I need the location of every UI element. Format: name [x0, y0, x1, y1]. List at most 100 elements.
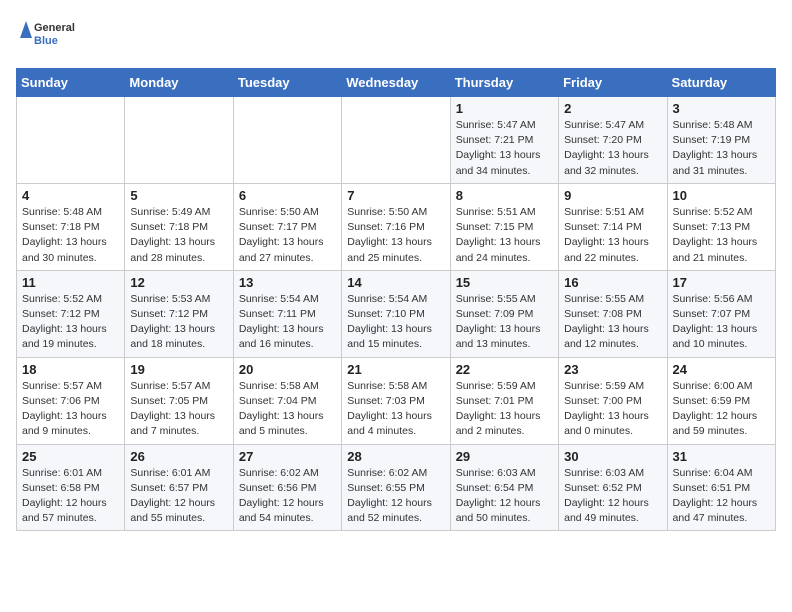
day-number: 26: [130, 449, 227, 464]
calendar-cell: [233, 97, 341, 184]
calendar-week-5: 25Sunrise: 6:01 AMSunset: 6:58 PMDayligh…: [17, 444, 776, 531]
logo: General Blue: [16, 16, 76, 56]
calendar-cell: 19Sunrise: 5:57 AMSunset: 7:05 PMDayligh…: [125, 357, 233, 444]
day-number: 19: [130, 362, 227, 377]
day-number: 15: [456, 275, 553, 290]
day-info: Sunrise: 5:47 AMSunset: 7:21 PMDaylight:…: [456, 118, 553, 179]
calendar-cell: 22 Sunrise: 5:59 AMSunset: 7:01 PMDayligh…: [450, 357, 558, 444]
calendar-cell: 21Sunrise: 5:58 AMSunset: 7:03 PMDayligh…: [342, 357, 450, 444]
calendar-cell: 3 Sunrise: 5:48 AMSunset: 7:19 PMDaylight…: [667, 97, 775, 184]
calendar-header-row: SundayMondayTuesdayWednesdayThursdayFrid…: [17, 69, 776, 97]
calendar-cell: 26 Sunrise: 6:01 AMSunset: 6:57 PMDayligh…: [125, 444, 233, 531]
calendar-week-3: 11 Sunrise: 5:52 AMSunset: 7:12 PMDayligh…: [17, 270, 776, 357]
day-number: 1: [456, 101, 553, 116]
header-wednesday: Wednesday: [342, 69, 450, 97]
day-number: 5: [130, 188, 227, 203]
day-info: Sunrise: 5:58 AMSunset: 7:04 PMDaylight:…: [239, 379, 336, 440]
logo-svg: General Blue: [16, 16, 76, 56]
calendar-cell: 6 Sunrise: 5:50 AMSunset: 7:17 PMDaylight…: [233, 183, 341, 270]
day-number: 2: [564, 101, 661, 116]
calendar-week-1: 1 Sunrise: 5:47 AMSunset: 7:21 PMDaylight…: [17, 97, 776, 184]
day-number: 18: [22, 362, 119, 377]
header-tuesday: Tuesday: [233, 69, 341, 97]
day-number: 8: [456, 188, 553, 203]
calendar-cell: 14 Sunrise: 5:54 AMSunset: 7:10 PMDayligh…: [342, 270, 450, 357]
day-number: 22: [456, 362, 553, 377]
day-number: 23: [564, 362, 661, 377]
calendar-cell: 7 Sunrise: 5:50 AMSunset: 7:16 PMDaylight…: [342, 183, 450, 270]
day-number: 25: [22, 449, 119, 464]
day-number: 31: [673, 449, 770, 464]
calendar-cell: 24Sunrise: 6:00 AMSunset: 6:59 PMDayligh…: [667, 357, 775, 444]
day-info: Sunrise: 5:57 AMSunset: 7:06 PMDaylight:…: [22, 379, 119, 440]
day-info: Sunrise: 5:48 AMSunset: 7:19 PMDaylight:…: [673, 118, 770, 179]
calendar-cell: 18 Sunrise: 5:57 AMSunset: 7:06 PMDayligh…: [17, 357, 125, 444]
day-info: Sunrise: 5:55 AMSunset: 7:09 PMDaylight:…: [456, 292, 553, 353]
day-number: 20: [239, 362, 336, 377]
day-number: 9: [564, 188, 661, 203]
calendar-cell: 16Sunrise: 5:55 AMSunset: 7:08 PMDayligh…: [559, 270, 667, 357]
day-info: Sunrise: 5:54 AMSunset: 7:11 PMDaylight:…: [239, 292, 336, 353]
calendar-cell: 1 Sunrise: 5:47 AMSunset: 7:21 PMDaylight…: [450, 97, 558, 184]
header-thursday: Thursday: [450, 69, 558, 97]
day-info: Sunrise: 6:01 AMSunset: 6:57 PMDaylight:…: [130, 466, 227, 527]
calendar-cell: 20 Sunrise: 5:58 AMSunset: 7:04 PMDayligh…: [233, 357, 341, 444]
calendar-cell: [125, 97, 233, 184]
day-info: Sunrise: 5:51 AMSunset: 7:14 PMDaylight:…: [564, 205, 661, 266]
calendar-cell: 9 Sunrise: 5:51 AMSunset: 7:14 PMDaylight…: [559, 183, 667, 270]
day-info: Sunrise: 6:02 AMSunset: 6:55 PMDaylight:…: [347, 466, 444, 527]
day-number: 28: [347, 449, 444, 464]
day-info: Sunrise: 5:48 AMSunset: 7:18 PMDaylight:…: [22, 205, 119, 266]
calendar-cell: 23Sunrise: 5:59 AMSunset: 7:00 PMDayligh…: [559, 357, 667, 444]
header-monday: Monday: [125, 69, 233, 97]
day-info: Sunrise: 6:04 AMSunset: 6:51 PMDaylight:…: [673, 466, 770, 527]
day-info: Sunrise: 5:56 AMSunset: 7:07 PMDaylight:…: [673, 292, 770, 353]
day-number: 10: [673, 188, 770, 203]
calendar-cell: 2 Sunrise: 5:47 AMSunset: 7:20 PMDaylight…: [559, 97, 667, 184]
calendar-cell: 8 Sunrise: 5:51 AMSunset: 7:15 PMDaylight…: [450, 183, 558, 270]
calendar-cell: 31 Sunrise: 6:04 AMSunset: 6:51 PMDayligh…: [667, 444, 775, 531]
calendar-cell: 12 Sunrise: 5:53 AMSunset: 7:12 PMDayligh…: [125, 270, 233, 357]
day-number: 7: [347, 188, 444, 203]
day-number: 6: [239, 188, 336, 203]
calendar-week-4: 18 Sunrise: 5:57 AMSunset: 7:06 PMDayligh…: [17, 357, 776, 444]
calendar-cell: 30 Sunrise: 6:03 AMSunset: 6:52 PMDayligh…: [559, 444, 667, 531]
day-number: 30: [564, 449, 661, 464]
header-friday: Friday: [559, 69, 667, 97]
day-number: 11: [22, 275, 119, 290]
day-info: Sunrise: 5:53 AMSunset: 7:12 PMDaylight:…: [130, 292, 227, 353]
day-info: Sunrise: 5:50 AMSunset: 7:17 PMDaylight:…: [239, 205, 336, 266]
day-number: 24: [673, 362, 770, 377]
day-info: Sunrise: 5:58 AMSunset: 7:03 PMDaylight:…: [347, 379, 444, 440]
day-number: 29: [456, 449, 553, 464]
header-saturday: Saturday: [667, 69, 775, 97]
calendar-cell: 27Sunrise: 6:02 AMSunset: 6:56 PMDayligh…: [233, 444, 341, 531]
calendar-cell: 29 Sunrise: 6:03 AMSunset: 6:54 PMDayligh…: [450, 444, 558, 531]
day-info: Sunrise: 5:51 AMSunset: 7:15 PMDaylight:…: [456, 205, 553, 266]
calendar-cell: 15 Sunrise: 5:55 AMSunset: 7:09 PMDayligh…: [450, 270, 558, 357]
calendar-cell: 13 Sunrise: 5:54 AMSunset: 7:11 PMDayligh…: [233, 270, 341, 357]
day-number: 3: [673, 101, 770, 116]
day-info: Sunrise: 5:50 AMSunset: 7:16 PMDaylight:…: [347, 205, 444, 266]
day-info: Sunrise: 5:54 AMSunset: 7:10 PMDaylight:…: [347, 292, 444, 353]
day-info: Sunrise: 6:03 AMSunset: 6:54 PMDaylight:…: [456, 466, 553, 527]
svg-text:General: General: [34, 22, 75, 34]
day-number: 14: [347, 275, 444, 290]
header: General Blue: [16, 16, 776, 56]
day-number: 13: [239, 275, 336, 290]
calendar-cell: 17 Sunrise: 5:56 AMSunset: 7:07 PMDayligh…: [667, 270, 775, 357]
calendar-cell: 10Sunrise: 5:52 AMSunset: 7:13 PMDayligh…: [667, 183, 775, 270]
day-info: Sunrise: 5:59 AMSunset: 7:01 PMDaylight:…: [456, 379, 553, 440]
day-info: Sunrise: 5:47 AMSunset: 7:20 PMDaylight:…: [564, 118, 661, 179]
day-number: 12: [130, 275, 227, 290]
calendar-cell: 28 Sunrise: 6:02 AMSunset: 6:55 PMDayligh…: [342, 444, 450, 531]
svg-text:Blue: Blue: [34, 35, 58, 47]
day-info: Sunrise: 6:03 AMSunset: 6:52 PMDaylight:…: [564, 466, 661, 527]
calendar-cell: 25Sunrise: 6:01 AMSunset: 6:58 PMDayligh…: [17, 444, 125, 531]
day-number: 17: [673, 275, 770, 290]
calendar-cell: [17, 97, 125, 184]
calendar-cell: [342, 97, 450, 184]
day-info: Sunrise: 5:52 AMSunset: 7:12 PMDaylight:…: [22, 292, 119, 353]
calendar-cell: 11 Sunrise: 5:52 AMSunset: 7:12 PMDayligh…: [17, 270, 125, 357]
calendar-table: SundayMondayTuesdayWednesdayThursdayFrid…: [16, 68, 776, 531]
